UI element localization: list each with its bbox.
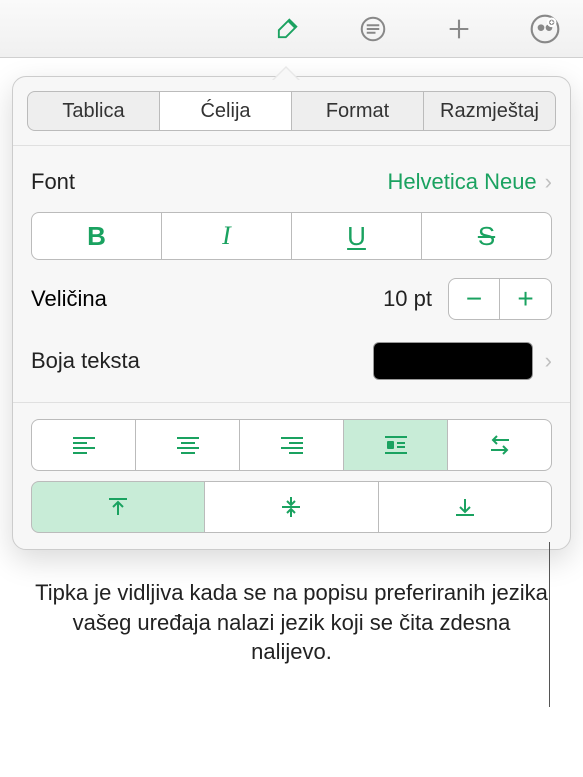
share-icon[interactable] xyxy=(527,11,563,47)
size-stepper: − + xyxy=(448,278,552,320)
strike-button[interactable]: S xyxy=(422,212,552,260)
add-icon[interactable] xyxy=(441,11,477,47)
tab-format[interactable]: Format xyxy=(292,91,424,131)
horizontal-align-row xyxy=(31,419,552,471)
align-middle-button[interactable] xyxy=(205,481,378,533)
text-color-swatch[interactable] xyxy=(373,342,533,380)
size-value: 10 pt xyxy=(383,286,432,312)
top-toolbar xyxy=(0,0,583,58)
size-label: Veličina xyxy=(31,286,373,312)
callout-line xyxy=(549,542,550,707)
italic-button[interactable]: I xyxy=(162,212,292,260)
text-direction-button[interactable] xyxy=(448,419,552,471)
decrease-size-button[interactable]: − xyxy=(448,278,500,320)
bold-button[interactable]: B xyxy=(31,212,162,260)
vertical-align-row xyxy=(31,481,552,533)
align-justify-button[interactable] xyxy=(344,419,448,471)
tab-table[interactable]: Tablica xyxy=(27,91,160,131)
chevron-right-icon: › xyxy=(545,348,552,374)
font-row[interactable]: Font Helvetica Neue › xyxy=(31,162,552,202)
text-color-label: Boja teksta xyxy=(31,348,361,374)
underline-button[interactable]: U xyxy=(292,212,422,260)
popover-caret-inner xyxy=(274,68,298,80)
increase-size-button[interactable]: + xyxy=(500,278,552,320)
tab-layout[interactable]: Razmještaj xyxy=(424,91,556,131)
align-right-button[interactable] xyxy=(240,419,344,471)
chevron-right-icon: › xyxy=(545,169,552,195)
tab-cell[interactable]: Ćelija xyxy=(160,91,292,131)
format-icon[interactable] xyxy=(355,11,391,47)
size-row: Veličina 10 pt − + xyxy=(31,278,552,320)
align-left-button[interactable] xyxy=(31,419,136,471)
align-center-button[interactable] xyxy=(136,419,240,471)
align-bottom-button[interactable] xyxy=(379,481,552,533)
brush-icon[interactable] xyxy=(269,11,305,47)
font-label: Font xyxy=(31,169,75,195)
text-color-row[interactable]: Boja teksta › xyxy=(31,342,552,380)
tab-bar: Tablica Ćelija Format Razmještaj xyxy=(13,77,570,131)
alignment-section xyxy=(13,402,570,549)
font-value: Helvetica Neue xyxy=(387,169,536,195)
text-style-group: B I U S xyxy=(31,212,552,260)
align-top-button[interactable] xyxy=(31,481,205,533)
format-popover: Tablica Ćelija Format Razmještaj Font He… xyxy=(12,76,571,550)
annotation-text: Tipka je vidljiva kada se na popisu pref… xyxy=(0,578,583,667)
